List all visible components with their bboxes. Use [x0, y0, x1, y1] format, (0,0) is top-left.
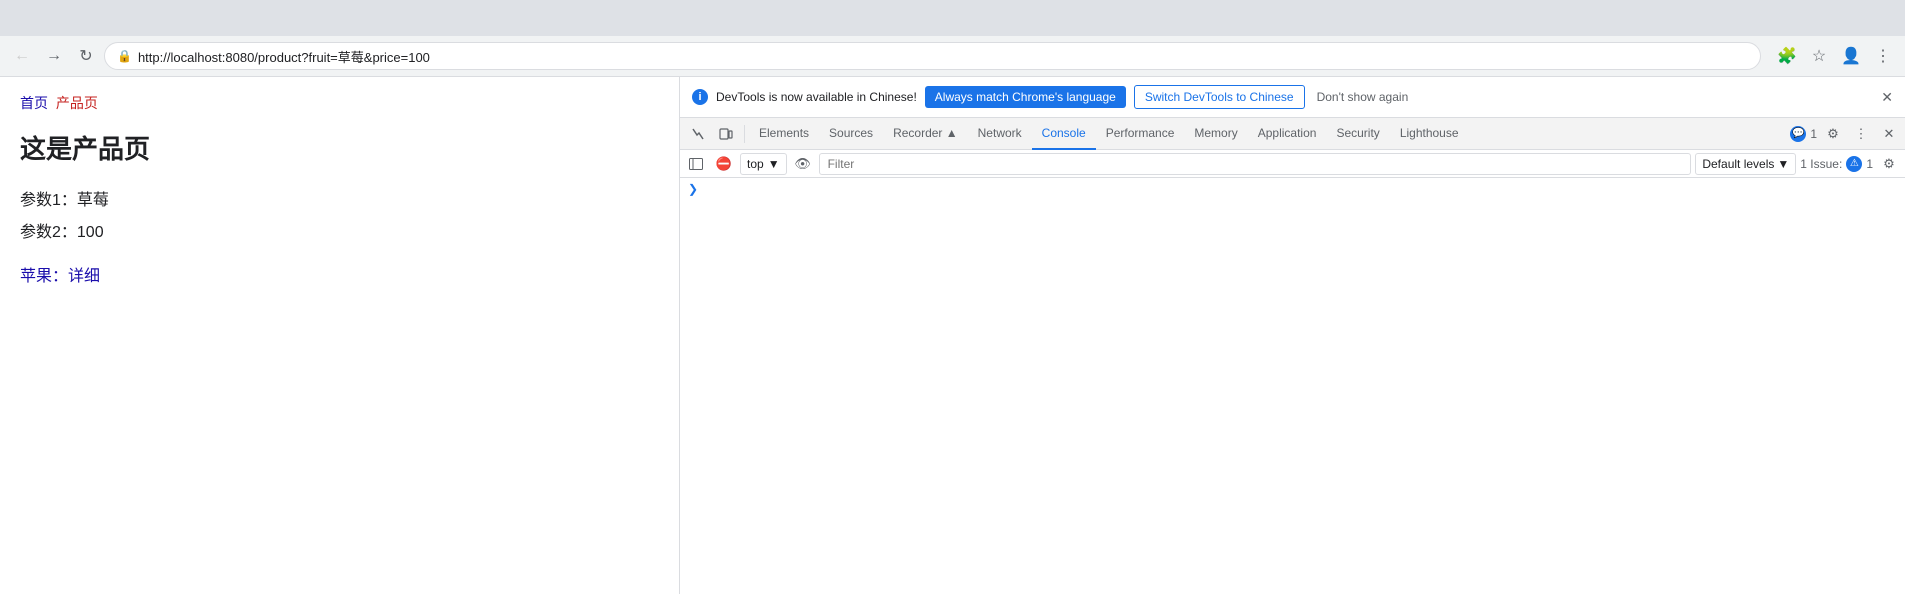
switch-devtools-button[interactable]: Switch DevTools to Chinese — [1134, 85, 1305, 109]
tab-elements[interactable]: Elements — [749, 118, 819, 150]
console-content: ❯ — [680, 178, 1905, 594]
context-chevron: ▼ — [768, 157, 780, 171]
device-toolbar-icon[interactable] — [712, 120, 740, 148]
bookmark-button[interactable]: ☆ — [1805, 42, 1833, 70]
filter-input[interactable] — [819, 153, 1692, 175]
page-title: 这是产品页 — [20, 129, 659, 166]
page-content: 首页 产品页 这是产品页 参数1：草莓 参数2：100 苹果：详细 — [0, 77, 680, 594]
tab-application[interactable]: Application — [1248, 118, 1327, 150]
console-settings-button[interactable]: ⚙ — [1877, 152, 1901, 176]
eye-button[interactable]: 👁 — [791, 152, 815, 176]
main-layout: 首页 产品页 这是产品页 参数1：草莓 参数2：100 苹果：详细 i DevT… — [0, 77, 1905, 594]
tab-recorder[interactable]: Recorder ▲ — [883, 118, 968, 150]
tab-network[interactable]: Network — [968, 118, 1032, 150]
tab-bar — [0, 0, 1905, 36]
toolbar-right: 🧩 ☆ 👤 ⋮ — [1773, 42, 1897, 70]
issues-number: 1 — [1866, 157, 1873, 171]
address-bar[interactable]: 🔒 http://localhost:8080/product?fruit=草莓… — [104, 42, 1761, 70]
apple-detail-link[interactable]: 苹果：详细 — [20, 262, 100, 286]
clear-console-button[interactable]: ⛔ — [712, 152, 736, 176]
tab-divider — [744, 125, 745, 143]
devtools-panel: i DevTools is now available in Chinese! … — [680, 77, 1905, 594]
param1-text: 参数1：草莓 — [20, 186, 659, 210]
notification-info-icon: i — [692, 89, 708, 105]
tab-security[interactable]: Security — [1326, 118, 1389, 150]
messages-icon: 💬 — [1790, 126, 1806, 142]
levels-chevron: ▼ — [1777, 157, 1789, 171]
default-levels-label: Default levels — [1702, 157, 1774, 171]
profile-button[interactable]: 👤 — [1837, 42, 1865, 70]
reload-button[interactable]: ↻ — [72, 42, 100, 70]
param2-text: 参数2：100 — [20, 218, 659, 242]
issues-icon: ⚠ — [1846, 156, 1862, 172]
devtools-settings-button[interactable]: ⚙ — [1821, 122, 1845, 146]
console-toolbar: ⛔ top ▼ 👁 Default levels ▼ 1 Issue: ⚠ 1 … — [680, 150, 1905, 178]
issues-count-display: 1 Issue: ⚠ 1 — [1800, 156, 1873, 172]
breadcrumb-current-link[interactable]: 产品页 — [56, 95, 98, 111]
inspect-element-icon[interactable] — [684, 120, 712, 148]
always-match-button[interactable]: Always match Chrome's language — [925, 86, 1126, 108]
forward-button[interactable]: → — [40, 42, 68, 70]
default-levels-selector[interactable]: Default levels ▼ — [1695, 153, 1796, 175]
sidebar-toggle-button[interactable] — [684, 152, 708, 176]
tab-console[interactable]: Console — [1032, 118, 1096, 150]
notification-close-button[interactable]: ✕ — [1881, 89, 1893, 106]
devtools-notification: i DevTools is now available in Chinese! … — [680, 77, 1905, 118]
dont-show-link[interactable]: Don't show again — [1317, 90, 1409, 104]
tab-memory[interactable]: Memory — [1184, 118, 1247, 150]
breadcrumb: 首页 产品页 — [20, 93, 659, 113]
back-button[interactable]: ← — [8, 42, 36, 70]
breadcrumb-home-link[interactable]: 首页 — [20, 95, 48, 111]
devtools-more-button[interactable]: ⋮ — [1849, 122, 1873, 146]
context-selector[interactable]: top ▼ — [740, 153, 787, 175]
tab-performance[interactable]: Performance — [1096, 118, 1185, 150]
tab-sources[interactable]: Sources — [819, 118, 883, 150]
menu-button[interactable]: ⋮ — [1869, 42, 1897, 70]
devtools-tabs: Elements Sources Recorder ▲ Network Cons… — [680, 118, 1905, 150]
messages-badge: 💬 1 — [1790, 126, 1817, 142]
devtools-tabs-right: 💬 1 ⚙ ⋮ ✕ — [1790, 122, 1901, 146]
context-label: top — [747, 157, 764, 171]
url-text: http://localhost:8080/product?fruit=草莓&p… — [138, 47, 430, 66]
tab-lighthouse[interactable]: Lighthouse — [1390, 118, 1469, 150]
nav-bar: ← → ↻ 🔒 http://localhost:8080/product?fr… — [0, 36, 1905, 76]
browser-chrome: ← → ↻ 🔒 http://localhost:8080/product?fr… — [0, 0, 1905, 77]
devtools-close-button[interactable]: ✕ — [1877, 122, 1901, 146]
console-prompt-arrow[interactable]: ❯ — [688, 183, 698, 197]
extensions-button[interactable]: 🧩 — [1773, 42, 1801, 70]
notification-text: DevTools is now available in Chinese! — [716, 90, 917, 104]
lock-icon: 🔒 — [117, 49, 132, 63]
messages-count: 1 — [1810, 127, 1817, 141]
issues-label: 1 Issue: — [1800, 157, 1842, 171]
